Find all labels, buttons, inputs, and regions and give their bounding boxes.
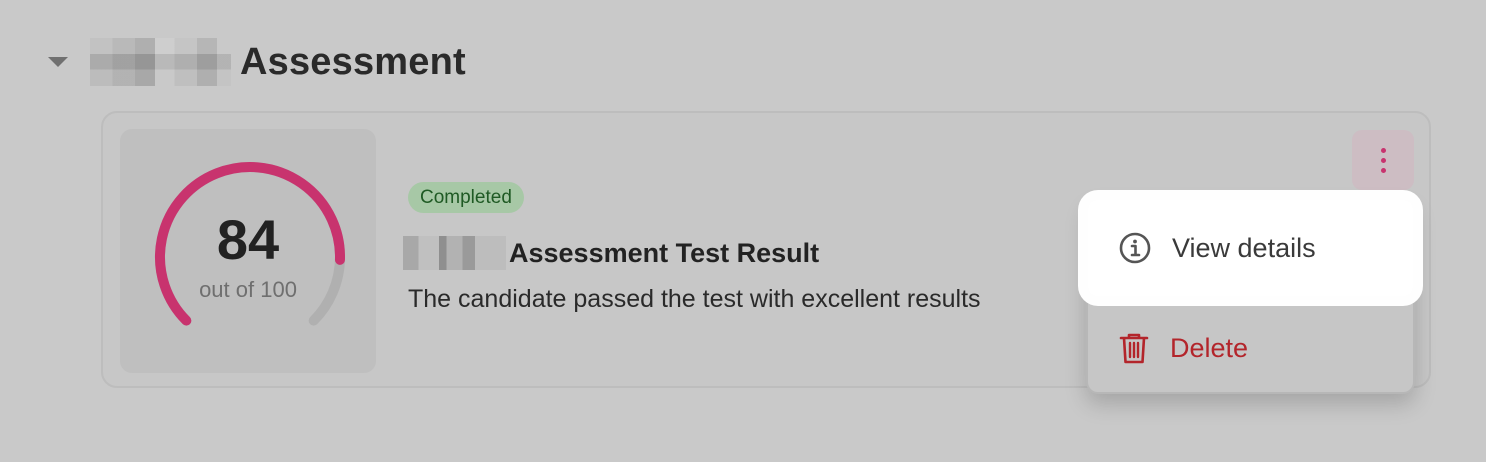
menu-item-label: View details [1172, 232, 1316, 263]
info-icon [1119, 232, 1151, 264]
redacted-title-prefix [403, 236, 506, 270]
app-canvas: Assessment 84 out of 100 Completed Asses… [0, 0, 1486, 462]
menu-item-delete[interactable]: Delete [1088, 300, 1413, 396]
more-vertical-icon-dot [1380, 167, 1386, 173]
section-title: Assessment [240, 40, 466, 83]
menu-item-view-details[interactable]: View details [1088, 200, 1413, 296]
result-title: Assessment Test Result [403, 233, 819, 273]
score-value: 84 [216, 208, 280, 271]
score-out-of: out of 100 [199, 277, 297, 302]
caret-down-icon[interactable] [48, 57, 68, 67]
trash-icon [1119, 333, 1149, 364]
menu-item-label: Delete [1170, 332, 1249, 363]
more-vertical-icon-dot [1380, 157, 1386, 163]
more-vertical-icon-dot [1380, 147, 1386, 153]
section-header: Assessment [44, 36, 466, 88]
options-menu: View details Delete [1086, 198, 1415, 394]
more-options-button[interactable] [1352, 130, 1414, 190]
status-badge: Completed [408, 182, 524, 213]
score-tile: 84 out of 100 [120, 129, 376, 373]
result-title-text: Assessment Test Result [509, 237, 820, 268]
redacted-name-block [90, 38, 231, 86]
result-description: The candidate passed the test with excel… [408, 285, 981, 313]
